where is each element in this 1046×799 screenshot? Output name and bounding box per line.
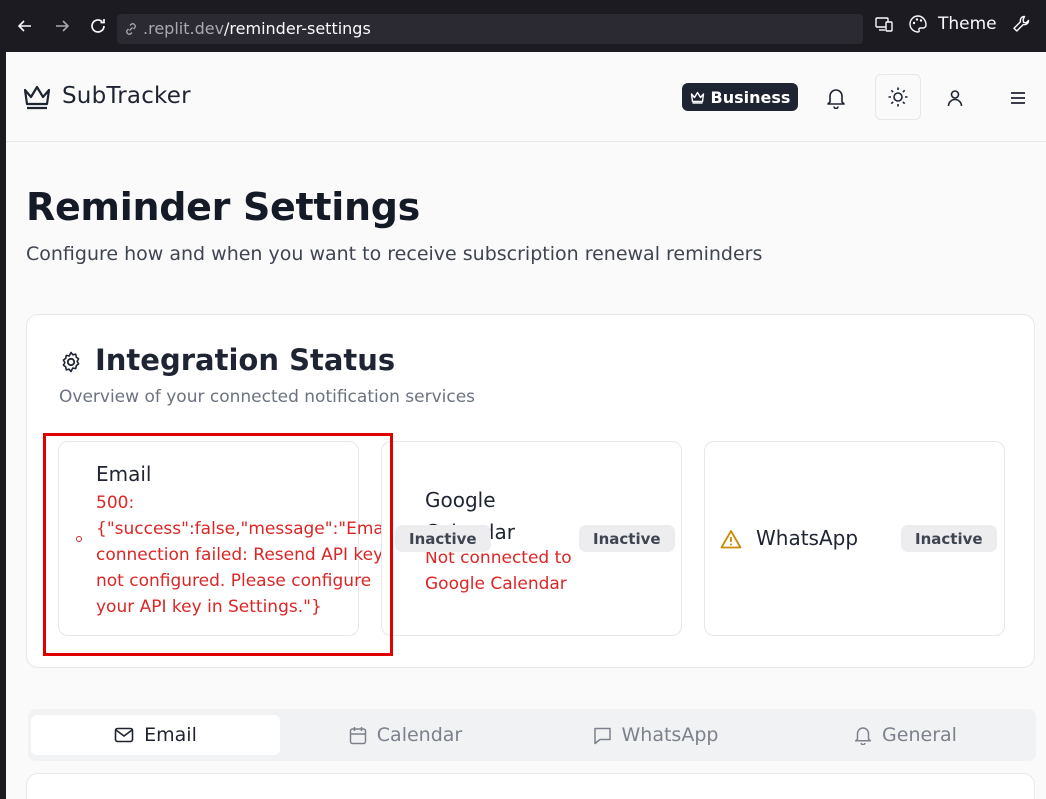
palette-icon <box>909 15 927 33</box>
url-path: /reminder-settings <box>224 19 371 38</box>
service-card-whatsapp: WhatsApp Inactive <box>704 441 1005 636</box>
sun-icon <box>888 87 908 107</box>
settings-tabs: Email Calendar WhatsApp General <box>28 709 1036 761</box>
url-domain: .replit.dev <box>143 19 225 38</box>
browser-toolbar: .replit.dev/reminder-settings Theme <box>0 0 1046 52</box>
reload-icon <box>91 19 105 33</box>
brand-name[interactable]: SubTracker <box>62 83 191 109</box>
responsive-view-button[interactable] <box>874 14 894 34</box>
mail-icon <box>114 727 134 743</box>
crown-icon <box>23 85 51 110</box>
tools-button[interactable] <box>1011 14 1031 34</box>
tab-whatsapp[interactable]: WhatsApp <box>531 715 780 755</box>
devices-icon <box>875 17 893 32</box>
url-text: .replit.dev/reminder-settings <box>143 19 371 38</box>
tab-label: WhatsApp <box>621 724 719 746</box>
page-title: Reminder Settings <box>26 185 420 229</box>
forward-button[interactable] <box>50 14 74 38</box>
email-settings-card <box>26 773 1035 799</box>
wrench-icon <box>1013 15 1030 32</box>
plan-badge: Business <box>682 83 798 111</box>
arrow-right-icon <box>56 20 70 32</box>
tab-label: General <box>882 724 957 746</box>
service-error: 500: {"success":false,"message":"Email c… <box>96 493 394 617</box>
back-button[interactable] <box>13 14 37 38</box>
tab-label: Calendar <box>376 724 463 746</box>
tab-calendar[interactable]: Calendar <box>281 715 530 755</box>
warning-icon <box>720 530 742 549</box>
card-subtitle: Overview of your connected notification … <box>59 387 476 407</box>
service-name: WhatsApp <box>756 526 859 550</box>
error-dot-icon <box>76 536 82 542</box>
gear-icon <box>62 351 80 373</box>
service-error: Not connected to Google Calendar <box>425 548 572 594</box>
menu-button[interactable] <box>995 75 1041 121</box>
bell-icon <box>854 727 872 745</box>
theme-button[interactable]: Theme <box>908 14 997 34</box>
theme-label: Theme <box>938 14 997 34</box>
bell-icon <box>827 89 845 109</box>
user-icon <box>947 90 963 107</box>
tab-email[interactable]: Email <box>31 715 280 755</box>
service-name: Email <box>96 462 152 486</box>
status-badge: Inactive <box>901 525 997 552</box>
notifications-button[interactable] <box>813 75 859 121</box>
plan-badge-label: Business <box>710 87 791 107</box>
tab-general[interactable]: General <box>781 715 1030 755</box>
service-card-email: Email 500: {"success":false,"message":"E… <box>58 441 393 636</box>
message-icon <box>593 727 611 744</box>
status-badge: Inactive <box>395 525 491 552</box>
card-title: Integration Status <box>95 343 396 377</box>
hamburger-icon <box>1011 92 1025 104</box>
app-page: SubTracker Business Reminder Settings Co… <box>6 52 1046 799</box>
profile-button[interactable] <box>932 75 978 121</box>
arrow-left-icon <box>17 20 31 32</box>
tab-label: Email <box>144 724 197 746</box>
status-badge: Inactive <box>579 525 675 552</box>
reload-button[interactable] <box>86 14 110 38</box>
page-subtitle: Configure how and when you want to recei… <box>26 243 763 265</box>
theme-toggle-button[interactable] <box>875 74 921 120</box>
link-icon <box>126 23 136 35</box>
crown-icon <box>690 91 704 104</box>
app-header: SubTracker Business <box>6 52 1046 142</box>
calendar-icon <box>349 726 367 744</box>
integration-status-card: Integration Status Overview of your conn… <box>26 314 1035 668</box>
